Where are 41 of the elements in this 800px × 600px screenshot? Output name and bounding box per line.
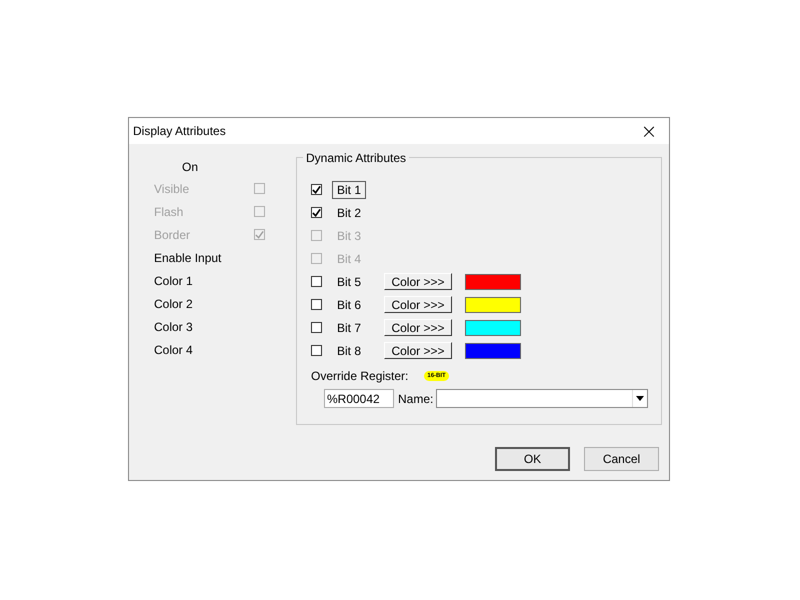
attribute-label: Color 3 xyxy=(154,320,194,334)
checkbox[interactable] xyxy=(311,345,322,356)
name-label: Name: xyxy=(398,392,434,406)
color-swatch[interactable] xyxy=(465,342,521,358)
bit-label: Bit 2 xyxy=(336,204,362,222)
attribute-label: Border xyxy=(154,228,192,242)
cancel-button[interactable]: Cancel xyxy=(584,447,659,471)
checkbox[interactable] xyxy=(311,276,322,287)
checkbox[interactable] xyxy=(311,184,322,195)
color-swatch[interactable] xyxy=(465,296,521,312)
close-button[interactable]: × xyxy=(629,118,669,144)
color-button[interactable]: Color >>> xyxy=(384,342,452,359)
attribute-label: Flash xyxy=(154,204,184,218)
color-swatch[interactable] xyxy=(465,274,521,290)
checkbox[interactable] xyxy=(311,299,322,310)
group-title: Dynamic Attributes xyxy=(303,151,410,165)
attribute-label: Color 2 xyxy=(154,296,194,310)
column-header: On xyxy=(182,159,198,176)
window-title: Display Attributes xyxy=(132,124,226,138)
bit-label: Bit 4 xyxy=(336,250,362,268)
register-field[interactable]: %R00042 xyxy=(324,389,394,408)
color-button[interactable]: Color >>> xyxy=(384,319,452,336)
bit-label: Bit 7 xyxy=(336,320,362,336)
checkbox[interactable] xyxy=(311,207,322,218)
checkbox[interactable] xyxy=(311,322,322,333)
bit-label: Bit 5 xyxy=(336,274,362,290)
name-combobox[interactable] xyxy=(436,389,648,408)
attribute-label: Enable Input xyxy=(154,250,222,264)
attribute-label: Visible xyxy=(154,182,190,196)
bit-label: Bit 6 xyxy=(336,296,362,314)
attribute-label: Color 1 xyxy=(154,274,194,288)
bit-label: Bit 8 xyxy=(336,342,362,360)
dropdown-arrow-icon xyxy=(636,396,644,401)
color-button[interactable]: Color >>> xyxy=(384,296,452,313)
attribute-label: Color 4 xyxy=(154,342,194,356)
bit-label: Bit 3 xyxy=(336,228,362,244)
color-button[interactable]: Color >>> xyxy=(384,273,452,290)
ok-button[interactable]: OK xyxy=(495,447,570,471)
color-swatch[interactable] xyxy=(465,320,521,336)
override-label: Override Register: xyxy=(311,369,408,383)
bit-label: Bit 1 xyxy=(332,180,366,198)
